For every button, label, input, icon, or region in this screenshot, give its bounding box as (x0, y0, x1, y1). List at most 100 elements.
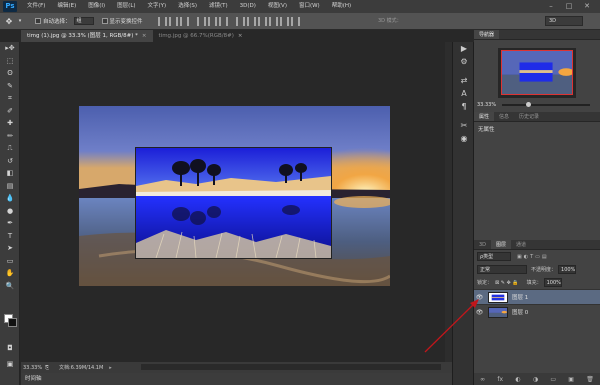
align-right-icon[interactable] (218, 16, 228, 26)
menu-item[interactable]: 滤镜(T) (203, 0, 234, 13)
chevron-down-icon[interactable]: ▾ (17, 16, 23, 27)
align-center-icon[interactable] (207, 16, 217, 26)
export-icon[interactable]: ⎘ (45, 365, 49, 371)
adjust-icon[interactable]: ⇄ (453, 74, 475, 87)
tab-navigator[interactable]: 导航器 (474, 30, 500, 39)
close-button[interactable]: ✕ (580, 1, 594, 11)
new-group-icon[interactable]: ▭ (550, 376, 556, 383)
tab-info[interactable]: 信息 (494, 112, 514, 121)
menu-item[interactable]: 编辑(E) (51, 0, 82, 13)
eye-icon[interactable]: 👁 (474, 309, 485, 316)
timeline-panel-tab[interactable]: 时间轴 (21, 373, 452, 385)
tab-channels[interactable]: 通道 (511, 240, 531, 249)
crop-tool-icon[interactable]: ⌗ (0, 92, 20, 105)
eyedropper-tool-icon[interactable]: ✐ (0, 105, 20, 118)
align-top-icon[interactable] (157, 16, 167, 26)
menu-item[interactable]: 文字(Y) (142, 0, 173, 13)
stamp-tool-icon[interactable]: ⎍ (0, 142, 20, 155)
marquee-tool-icon[interactable]: ⬚ (0, 55, 20, 68)
layer-row-layer-0[interactable]: 👁 图层 0 (474, 304, 600, 319)
close-icon[interactable]: × (142, 33, 147, 39)
tab-history[interactable]: 历史记录 (514, 112, 544, 121)
align-middle-icon[interactable] (168, 16, 178, 26)
brush-tool-icon[interactable]: ✏ (0, 130, 20, 143)
show-transform-checkbox[interactable] (101, 18, 108, 24)
shape-tool-icon[interactable]: ▭ (0, 255, 20, 268)
quick-select-tool-icon[interactable]: ✎ (0, 80, 20, 93)
close-icon[interactable]: × (238, 33, 243, 39)
distribute-left-icon[interactable] (268, 16, 278, 26)
auto-select-dropdown[interactable]: 组 (73, 17, 94, 25)
status-menu-arrow-icon[interactable]: ▸ (109, 365, 112, 371)
delete-icon[interactable]: 🗑 (586, 376, 594, 383)
lasso-tool-icon[interactable]: ʘ (0, 67, 20, 80)
link-layers-icon[interactable]: ∞ (480, 376, 485, 383)
tools-icon[interactable]: ✂ (453, 119, 475, 132)
menu-item[interactable]: 窗口(W) (293, 0, 326, 13)
new-layer-icon[interactable]: ▣ (568, 376, 574, 383)
gradient-tool-icon[interactable]: ▤ (0, 180, 20, 193)
auto-select-checkbox[interactable] (35, 18, 41, 24)
lock-icons[interactable]: ⊠ ✎ ✥ 🔒 (495, 280, 519, 286)
vertical-scrollbar[interactable] (445, 42, 452, 362)
pen-tool-icon[interactable]: ✒ (0, 217, 20, 230)
brush-settings-icon[interactable]: ⚙ (453, 55, 475, 68)
align-bottom-icon[interactable] (179, 16, 189, 26)
distribute-top-icon[interactable] (235, 16, 245, 26)
play-icon[interactable]: ▶ (453, 42, 475, 55)
hand-tool-icon[interactable]: ✋ (0, 267, 20, 280)
menu-item[interactable]: 3D(D) (234, 0, 262, 13)
maximize-button[interactable]: □ (562, 1, 576, 11)
horizontal-scrollbar[interactable] (141, 364, 441, 370)
blur-tool-icon[interactable]: 💧 (0, 192, 20, 205)
move-tool-icon[interactable]: ▸✥ (0, 42, 20, 55)
dodge-tool-icon[interactable]: ● (0, 205, 20, 218)
doc-tab-inactive[interactable]: timg.jpg @ 66.7%(RGB/8#) × (153, 30, 249, 42)
menu-item[interactable]: 视图(V) (262, 0, 293, 13)
character-icon[interactable]: ¶ (453, 100, 475, 113)
fx-icon[interactable]: fx (497, 376, 503, 383)
channels-icon[interactable]: ◉ (453, 132, 475, 145)
zoom-tool-icon[interactable]: 🔍 (0, 280, 20, 293)
move-tool-preset-icon[interactable]: ✥ (3, 16, 15, 27)
menu-item[interactable]: 图像(I) (82, 0, 111, 13)
filter-icons[interactable]: ▣◐T▭▤ (517, 254, 549, 260)
healing-tool-icon[interactable]: ✚ (0, 117, 20, 130)
distribute-bottom-icon[interactable] (257, 16, 267, 26)
fill-input[interactable]: 100% (543, 278, 562, 287)
layer-kind-filter[interactable]: ρ类型 (477, 252, 511, 261)
menu-item[interactable]: 图层(L) (111, 0, 141, 13)
eraser-tool-icon[interactable]: ◧ (0, 167, 20, 180)
navigator-preview[interactable] (498, 48, 576, 98)
path-select-tool-icon[interactable]: ➤ (0, 242, 20, 255)
distribute-right-icon[interactable] (290, 16, 300, 26)
menu-item[interactable]: 选择(S) (172, 0, 203, 13)
history-brush-tool-icon[interactable]: ↺ (0, 155, 20, 168)
add-mask-icon[interactable]: ◐ (515, 376, 520, 383)
menu-item[interactable]: 帮助(H) (326, 0, 357, 13)
distribute-hcenter-icon[interactable] (279, 16, 289, 26)
doc-tab-active[interactable]: timg (1).jpg @ 33.3% (图层 1, RGB/8#) * × (21, 30, 153, 42)
layer-row-layer-1[interactable]: 👁 图层 1 (474, 289, 600, 304)
tab-3d[interactable]: 3D (474, 240, 491, 249)
paragraph-icon[interactable]: A (453, 87, 475, 100)
opacity-input[interactable]: 100% (558, 265, 577, 274)
navigator-zoom-slider[interactable] (502, 102, 590, 107)
text-tool-icon[interactable]: T (0, 230, 20, 243)
blend-mode-dropdown[interactable]: 正常 (477, 265, 527, 274)
background-color-swatch[interactable] (8, 318, 17, 327)
workspace-dropdown[interactable]: 3D (545, 16, 583, 26)
navigator-thumbnail[interactable] (501, 50, 573, 95)
screen-mode-icon[interactable]: ▣ (0, 358, 20, 371)
tab-layers[interactable]: 图层 (491, 240, 512, 249)
eye-icon[interactable]: 👁 (474, 294, 485, 301)
slider-knob[interactable] (525, 102, 531, 107)
tab-properties[interactable]: 属性 (474, 112, 495, 121)
zoom-level[interactable]: 33.33% (23, 365, 45, 371)
quick-mask-icon[interactable]: ◘ (0, 342, 20, 355)
distribute-vcenter-icon[interactable] (246, 16, 256, 26)
align-left-icon[interactable] (196, 16, 206, 26)
menu-item[interactable]: 文件(F) (21, 0, 51, 13)
minimize-button[interactable]: – (544, 1, 558, 11)
canvas-image-layer-1[interactable] (135, 147, 332, 259)
